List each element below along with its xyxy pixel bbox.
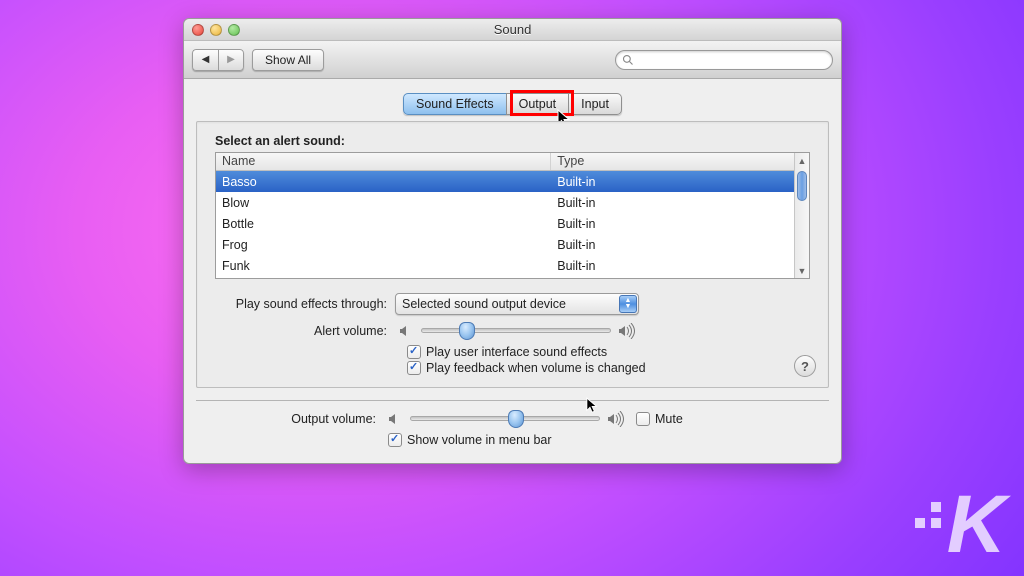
titlebar[interactable]: Sound [184,19,841,41]
col-name[interactable]: Name [216,153,551,170]
list-item[interactable]: Bottle Built-in [216,213,794,234]
speaker-low-icon [395,324,415,338]
list-item[interactable]: Blow Built-in [216,192,794,213]
speaker-high-icon [606,411,626,427]
scrollbar[interactable]: ▲ ▼ [794,153,809,278]
speaker-high-icon [617,323,637,339]
show-volume-menubar-checkbox[interactable] [388,433,402,447]
mute-checkbox[interactable] [636,412,650,426]
traffic-lights [184,24,240,36]
scroll-thumb[interactable] [797,171,807,201]
show-volume-menubar-label: Show volume in menu bar [407,433,552,447]
ui-sound-effects-checkbox[interactable] [407,345,421,359]
content: Sound Effects Output Input Select an ale… [184,79,841,463]
help-button[interactable]: ? [794,355,816,377]
show-all-button[interactable]: Show All [252,49,324,71]
volume-feedback-checkbox[interactable] [407,361,421,375]
nav-buttons: ◀ ▶ [192,49,244,71]
list-item[interactable]: Funk Built-in [216,255,794,276]
alert-sound-heading: Select an alert sound: [215,134,810,148]
output-volume-slider[interactable] [410,411,600,427]
alert-sound-list[interactable]: Name Type Basso Built-in Blow Built-in B… [215,152,810,279]
back-button[interactable]: ◀ [192,49,218,71]
output-volume-label: Output volume: [196,412,384,426]
popup-stepper-icon: ▲▼ [619,295,637,313]
scroll-down-icon[interactable]: ▼ [795,263,809,278]
search-field[interactable] [615,50,833,70]
tab-output[interactable]: Output [506,93,570,115]
forward-button[interactable]: ▶ [218,49,244,71]
search-icon [622,54,634,66]
slider-knob[interactable] [508,410,524,428]
tab-bar: Sound Effects Output Input [196,93,829,115]
alert-volume-label: Alert volume: [215,324,395,338]
ui-sound-effects-label: Play user interface sound effects [426,345,607,359]
tab-input[interactable]: Input [568,93,622,115]
output-device-popup[interactable]: Selected sound output device ▲▼ [395,293,639,315]
close-icon[interactable] [192,24,204,36]
sound-preferences-window: Sound ◀ ▶ Show All Sound Effects Output … [183,18,842,464]
speaker-low-icon [384,412,404,426]
list-item[interactable]: Basso Built-in [216,171,794,192]
play-through-label: Play sound effects through: [215,297,395,311]
alert-volume-slider[interactable] [421,323,611,339]
mute-label: Mute [655,412,683,426]
sound-effects-panel: Select an alert sound: Name Type Basso B… [196,121,829,388]
volume-feedback-label: Play feedback when volume is changed [426,361,646,375]
slider-knob[interactable] [459,322,475,340]
col-type[interactable]: Type [551,153,794,170]
watermark-logo: K [915,492,1002,558]
popup-value: Selected sound output device [402,297,566,311]
output-volume-area: Output volume: Mute Show volume in menu … [196,411,829,447]
list-item[interactable]: Frog Built-in [216,234,794,255]
tab-sound-effects[interactable]: Sound Effects [403,93,507,115]
zoom-icon[interactable] [228,24,240,36]
window-title: Sound [184,22,841,37]
divider [196,400,829,401]
toolbar: ◀ ▶ Show All [184,41,841,79]
list-header: Name Type [216,153,794,171]
minimize-icon[interactable] [210,24,222,36]
scroll-up-icon[interactable]: ▲ [795,153,809,168]
search-input[interactable] [638,53,826,67]
